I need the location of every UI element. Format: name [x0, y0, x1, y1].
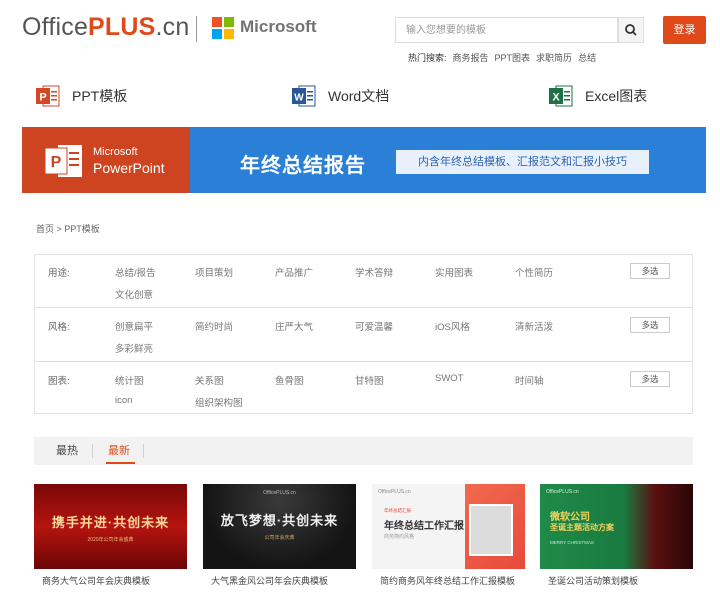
breadcrumb[interactable]: 首页 > PPT模板	[36, 222, 100, 235]
thumbnail-subtitle: MERRY CHRISTMAS	[550, 540, 594, 545]
tab-divider	[143, 444, 144, 458]
search-icon	[625, 24, 637, 36]
search-button[interactable]	[618, 17, 644, 43]
hot-search-label: 热门搜索:	[408, 53, 447, 63]
filter-option[interactable]: 简约时尚	[195, 319, 233, 333]
filter-panel: 用途: 总结/报告 项目策划 产品推广 学术答辩 实用图表 个性简历 文化创意 …	[34, 254, 693, 414]
sort-tabs: 最热 最新	[34, 437, 693, 465]
filter-option[interactable]: 个性简历	[515, 265, 553, 279]
filter-label-chart: 图表:	[48, 376, 70, 387]
microsoft-wordmark: Microsoft	[240, 17, 317, 36]
thumbnail-title-line2: 圣诞主题活动方案	[550, 523, 614, 532]
template-card-thumbnail[interactable]: OfficePLUS.cn 放飞梦想·共创未来 公司年会庆典	[203, 484, 356, 569]
svg-text:P: P	[39, 92, 46, 104]
thumbnail-title: 放飞梦想·共创未来	[220, 513, 339, 528]
thumbnail-brand: OfficePLUS.cn	[378, 489, 411, 495]
category-label: Excel图表	[585, 88, 648, 104]
svg-text:P: P	[51, 154, 62, 171]
word-icon: W	[292, 84, 316, 108]
filter-option[interactable]: 甘特图	[355, 373, 384, 387]
category-word[interactable]: W Word文档	[292, 81, 389, 111]
category-label: PPT模板	[72, 88, 128, 104]
filter-option[interactable]: 项目策划	[195, 265, 233, 279]
thumbnail-title: 年终总结工作汇报	[384, 521, 464, 532]
filter-option[interactable]: SWOT	[435, 373, 464, 384]
template-card-thumbnail[interactable]: OfficePLUS.cn 微软公司 圣诞主题活动方案 MERRY CHRIST…	[540, 484, 693, 569]
thumbnail-subtitle: 商务简约风格	[384, 534, 415, 540]
tab-divider	[92, 444, 93, 458]
filter-option[interactable]: 清新活泼	[515, 319, 553, 333]
filter-divider	[35, 361, 692, 362]
filter-option[interactable]: 产品推广	[275, 265, 313, 279]
microsoft-logo-icon	[212, 17, 234, 39]
hot-search-item[interactable]: 求职简历	[536, 53, 572, 63]
search-field[interactable]	[395, 17, 618, 43]
filter-option[interactable]: 组织架构图	[195, 395, 243, 409]
filter-option[interactable]: 文化创意	[115, 287, 153, 301]
hot-search-item[interactable]: 商务报告	[453, 53, 489, 63]
svg-text:X: X	[552, 92, 560, 104]
hot-search-item[interactable]: PPT图表	[495, 53, 531, 63]
active-tab-indicator	[106, 462, 135, 464]
svg-text:W: W	[294, 93, 304, 104]
thumbnail-title: 微软公司	[550, 512, 590, 523]
filter-label-style: 风格:	[48, 322, 70, 333]
filter-option[interactable]: 鱼骨图	[275, 373, 304, 387]
banner-tagline[interactable]: 内含年终总结模板、汇报范文和汇报小技巧	[396, 150, 649, 174]
filter-option[interactable]: 时间轴	[515, 373, 544, 387]
banner-powerpoint-text: PowerPoint	[93, 160, 165, 176]
filter-option[interactable]: 庄严大气	[275, 319, 313, 333]
thumbnail-title: 携手并进·共创未来	[51, 515, 170, 530]
template-card-thumbnail[interactable]: 携手并进·共创未来 2020年公司年会盛典	[34, 484, 187, 569]
thumbnail-tag: 年终总结汇报	[384, 508, 411, 513]
officeplus-logo[interactable]: OfficePLUS.cn	[22, 13, 189, 42]
template-card-title[interactable]: 圣诞公司活动策划模板	[548, 574, 638, 587]
filter-option[interactable]: 关系图	[195, 373, 224, 387]
template-card-title[interactable]: 简约商务风年终总结工作汇报模板	[380, 574, 515, 587]
filter-option[interactable]: 统计图	[115, 373, 144, 387]
filter-option[interactable]: 多彩鲜亮	[115, 341, 153, 355]
multi-select-button[interactable]: 多选	[630, 371, 670, 387]
hot-search-item[interactable]: 总结	[578, 53, 596, 63]
filter-option[interactable]: 总结/报告	[115, 265, 156, 279]
tab-newest[interactable]: 最新	[108, 437, 130, 465]
template-card-thumbnail[interactable]: OfficePLUS.cn 年终总结汇报 年终总结工作汇报 商务简约风格	[372, 484, 525, 569]
filter-label-usage: 用途:	[48, 268, 70, 279]
search-input[interactable]	[396, 18, 616, 42]
thumbnail-subtitle: 2020年公司年会盛典	[87, 537, 134, 543]
multi-select-button[interactable]: 多选	[630, 317, 670, 333]
category-excel[interactable]: X Excel图表	[549, 81, 647, 111]
banner-title: 年终总结报告	[240, 155, 366, 177]
tab-hottest[interactable]: 最热	[56, 437, 78, 465]
filter-option[interactable]: 实用图表	[435, 265, 473, 279]
filter-option[interactable]: icon	[115, 395, 132, 406]
filter-option[interactable]: 创意扁平	[115, 319, 153, 333]
excel-icon: X	[549, 84, 573, 108]
filter-option[interactable]: 可爱温馨	[355, 319, 393, 333]
powerpoint-icon: P	[36, 84, 60, 108]
banner-microsoft-text: Microsoft	[93, 146, 138, 158]
template-card-title[interactable]: 大气黑金风公司年会庆典模板	[211, 574, 328, 587]
thumbnail-brand: OfficePLUS.cn	[263, 490, 296, 496]
multi-select-button[interactable]: 多选	[630, 263, 670, 279]
filter-option[interactable]: 学术答辩	[355, 265, 393, 279]
filter-option[interactable]: iOS风格	[435, 319, 470, 333]
category-ppt[interactable]: P PPT模板	[36, 81, 127, 111]
filter-divider	[35, 307, 692, 308]
thumbnail-photo	[469, 504, 513, 556]
thumbnail-brand: OfficePLUS.cn	[546, 489, 579, 495]
powerpoint-icon: P	[44, 143, 83, 179]
logo-divider	[196, 16, 197, 42]
template-card-title[interactable]: 商务大气公司年会庆典模板	[42, 574, 150, 587]
thumbnail-subtitle: 公司年会庆典	[264, 535, 295, 541]
category-label: Word文档	[328, 88, 390, 104]
hot-searches: 热门搜索: 商务报告 PPT图表 求职简历 总结	[408, 51, 596, 64]
login-button[interactable]: 登录	[663, 16, 706, 44]
